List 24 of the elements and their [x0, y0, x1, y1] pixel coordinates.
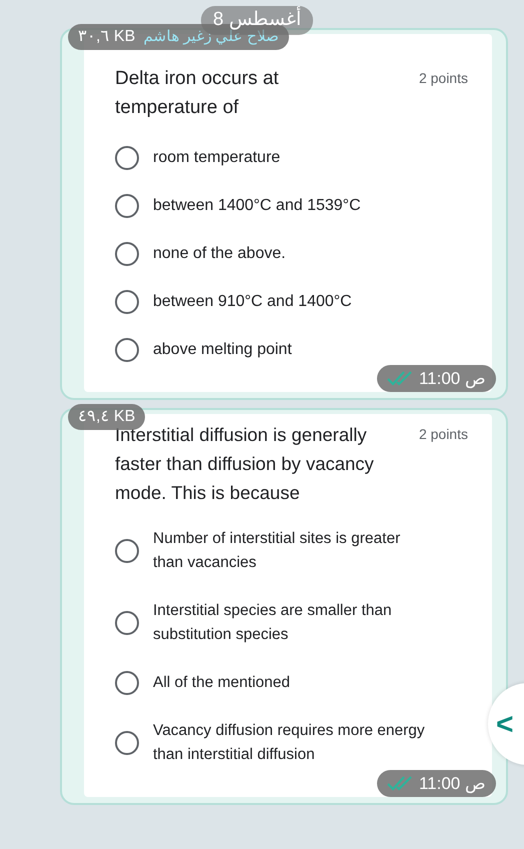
option-label: none of the above. [153, 244, 286, 264]
radio-button[interactable] [115, 242, 139, 266]
radio-button[interactable] [115, 611, 139, 635]
radio-button[interactable] [115, 338, 139, 362]
radio-button[interactable] [115, 146, 139, 170]
time-label: 11:00 ص [418, 772, 486, 796]
option-label: room temperature [153, 148, 280, 168]
option-label: All of the mentioned [153, 673, 290, 693]
radio-button[interactable] [115, 290, 139, 314]
option-label: Interstitial species are smaller than substitution species [153, 601, 393, 645]
option-label: between 1400°C and 1539°C [153, 196, 361, 216]
radio-button[interactable] [115, 731, 139, 755]
option-label: Number of interstitial sites is greater than vacancies [153, 529, 402, 573]
points-label: 2 points [418, 425, 468, 444]
option-label: between 910°C and 1400°C [153, 292, 352, 312]
radio-button[interactable] [115, 194, 139, 218]
radio-button[interactable] [115, 539, 139, 563]
time-label: 11:00 ص [418, 368, 486, 390]
radio-button[interactable] [115, 671, 139, 695]
points-label: 2 points [418, 69, 468, 88]
question-text: Delta iron occurs at temperature of [115, 67, 280, 120]
file-size: ٣٠,٦ KB [78, 27, 136, 47]
option-label: above melting point [153, 340, 292, 360]
option-label: Vacancy diffusion requires more energy than interstitial diffusion [153, 721, 426, 765]
